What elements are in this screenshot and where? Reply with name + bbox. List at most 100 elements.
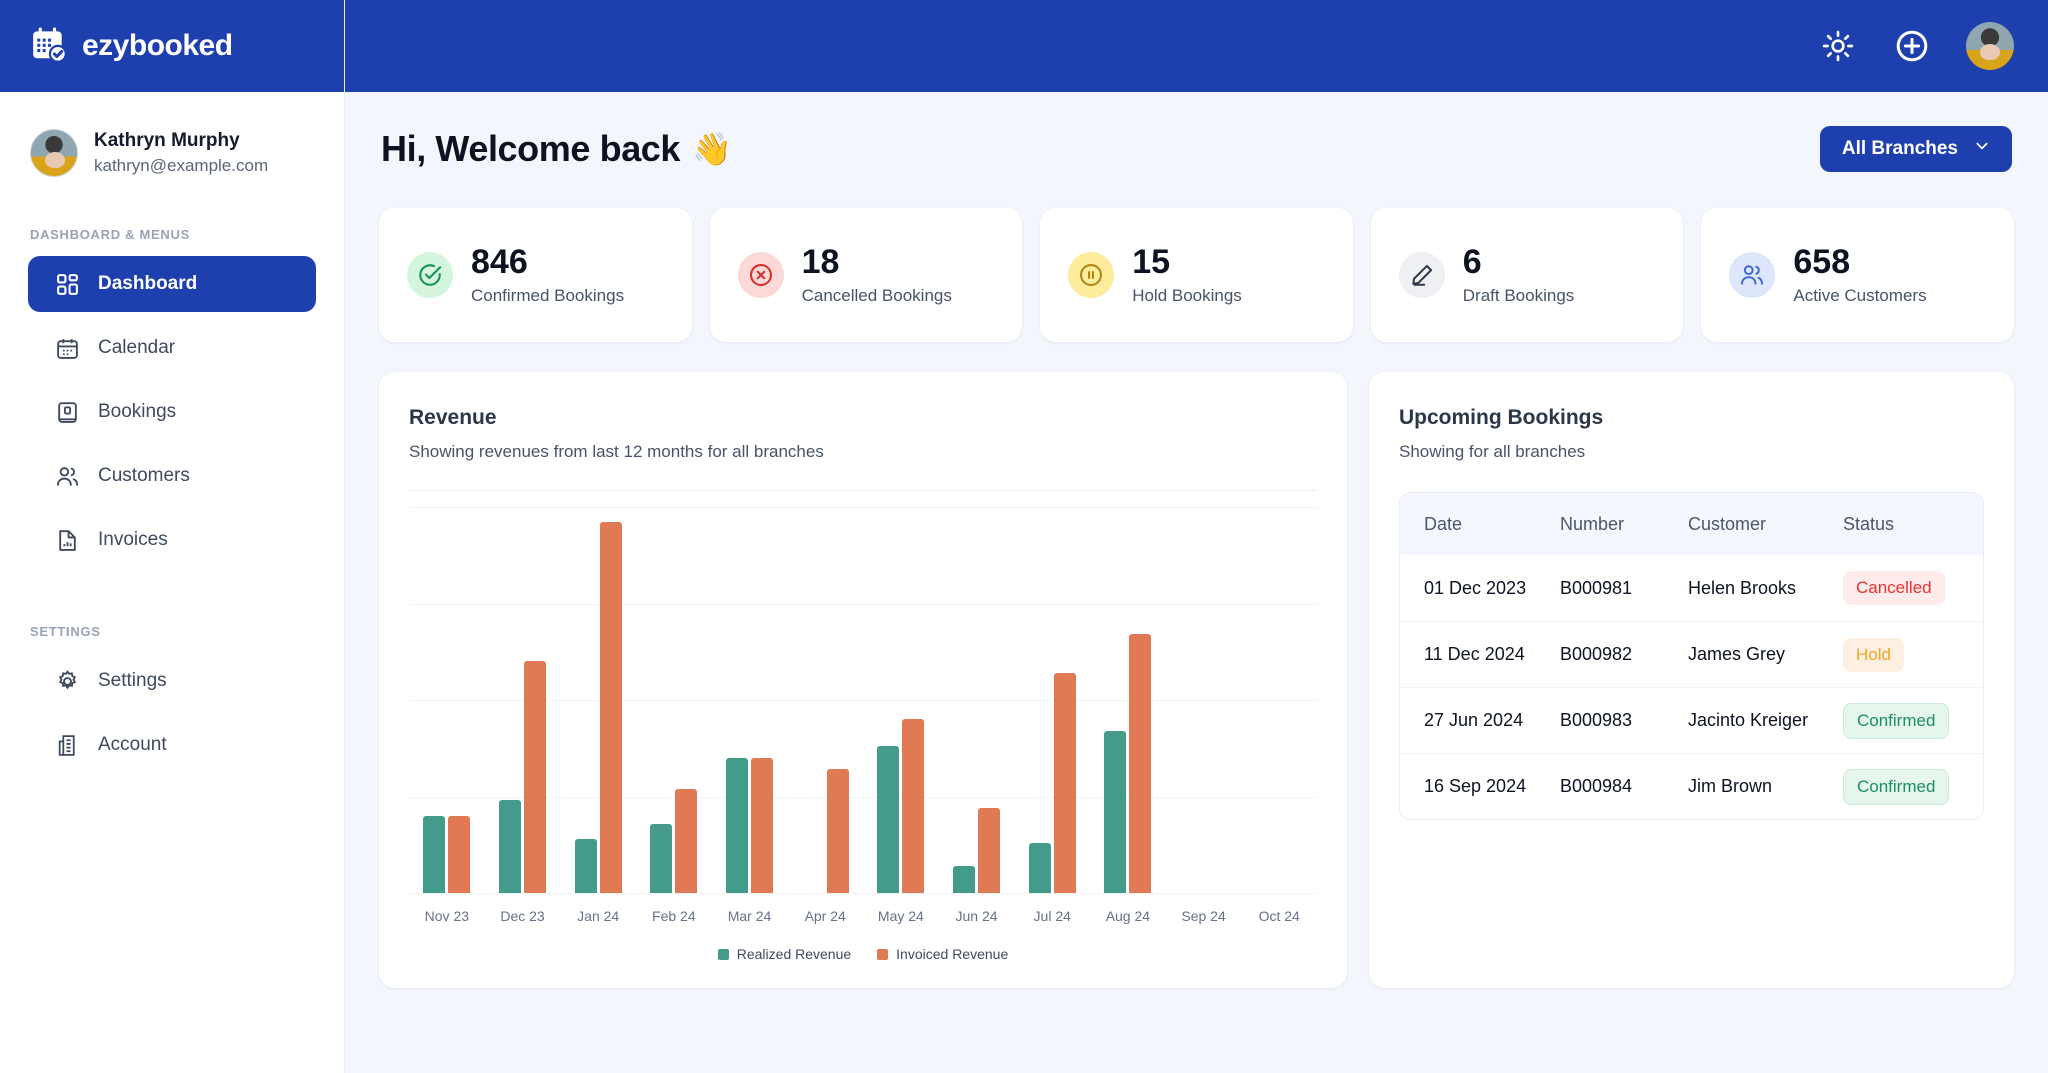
grid-dashboard-icon [54, 271, 80, 297]
page-title-text: Hi, Welcome back [381, 128, 680, 170]
chart-bar[interactable] [423, 816, 445, 893]
table-body: 01 Dec 2023B000981Helen BrooksCancelled1… [1400, 555, 1983, 819]
chart-bar[interactable] [902, 719, 924, 893]
bar-group [560, 507, 636, 893]
legend-label: Realized Revenue [737, 946, 851, 962]
legend-item[interactable]: Invoiced Revenue [877, 946, 1008, 962]
stat-label: Confirmed Bookings [471, 286, 624, 306]
chart-bar[interactable] [600, 522, 622, 893]
x-axis-tick-label: Sep 24 [1166, 908, 1242, 924]
sidebar-item-label: Calendar [98, 337, 175, 359]
table-row[interactable]: 27 Jun 2024B000983Jacinto KreigerConfirm… [1400, 687, 1983, 753]
upcoming-bookings-panel: Upcoming Bookings Showing for all branch… [1369, 372, 2014, 988]
sidebar-item-customers[interactable]: Customers [28, 448, 316, 504]
sidebar-item-dashboard[interactable]: Dashboard [28, 256, 316, 312]
stat-card-draft-bookings[interactable]: 6 Draft Bookings [1371, 208, 1684, 342]
sun-icon[interactable] [1818, 26, 1858, 66]
wave-emoji: 👋 [692, 130, 731, 168]
chart-bar[interactable] [575, 839, 597, 893]
page-title: Hi, Welcome back 👋 [381, 128, 732, 170]
cell-status: Hold [1843, 638, 1983, 672]
chart-bar[interactable] [650, 824, 672, 893]
users-icon [54, 463, 80, 489]
sidebar-item-invoices[interactable]: Invoices [28, 512, 316, 568]
column-header-status: Status [1843, 514, 1983, 535]
stat-label: Active Customers [1793, 286, 1926, 306]
sidebar-item-calendar[interactable]: Calendar [28, 320, 316, 376]
stat-card-hold-bookings[interactable]: 15 Hold Bookings [1040, 208, 1353, 342]
table-row[interactable]: 16 Sep 2024B000984Jim BrownConfirmed [1400, 753, 1983, 819]
sidebar-item-account[interactable]: Account [28, 717, 316, 773]
chart-bar[interactable] [751, 758, 773, 893]
invoice-chart-icon [54, 527, 80, 553]
stat-value: 658 [1793, 244, 1926, 281]
branch-filter-label: All Branches [1842, 138, 1958, 160]
sidebar-item-label: Bookings [98, 401, 176, 423]
stat-card-cancelled-bookings[interactable]: 18 Cancelled Bookings [710, 208, 1023, 342]
revenue-panel-subtitle: Showing revenues from last 12 months for… [409, 442, 1317, 462]
nav-group-title-settings: SETTINGS [0, 624, 344, 639]
chevron-down-icon [1974, 138, 1990, 160]
x-axis-tick-label: Dec 23 [485, 908, 561, 924]
chart-legend: Realized Revenue Invoiced Revenue [409, 946, 1317, 968]
sidebar-item-label: Customers [98, 465, 190, 487]
cell-number: B000983 [1560, 710, 1688, 731]
chart-bar[interactable] [1104, 731, 1126, 893]
calendar-icon [54, 335, 80, 361]
chart-x-axis: Nov 23Dec 23Jan 24Feb 24Mar 24Apr 24May … [409, 893, 1317, 924]
chart-bar[interactable] [1054, 673, 1076, 893]
sidebar-profile[interactable]: Kathryn Murphy kathryn@example.com [0, 92, 344, 177]
chart-bar[interactable] [675, 789, 697, 893]
bar-group [1166, 507, 1242, 893]
chart-bar[interactable] [448, 816, 470, 893]
stat-card-confirmed-bookings[interactable]: 846 Confirmed Bookings [379, 208, 692, 342]
table-row[interactable]: 01 Dec 2023B000981Helen BrooksCancelled [1400, 555, 1983, 621]
x-axis-tick-label: May 24 [863, 908, 939, 924]
cell-customer: Jim Brown [1688, 776, 1843, 797]
chart-bar[interactable] [1029, 843, 1051, 893]
x-axis-tick-label: Oct 24 [1241, 908, 1317, 924]
legend-swatch [877, 949, 888, 960]
stat-value: 846 [471, 244, 624, 281]
branch-filter-dropdown[interactable]: All Branches [1820, 126, 2012, 172]
chart-bar[interactable] [726, 758, 748, 893]
cell-customer: James Grey [1688, 644, 1843, 665]
sidebar: ezybooked Kathryn Murphy kathryn@example… [0, 0, 345, 1073]
pencil-icon [1399, 252, 1445, 298]
brand-header[interactable]: ezybooked [0, 0, 344, 92]
chart-bar[interactable] [524, 661, 546, 893]
dashboard-panels: Revenue Showing revenues from last 12 mo… [379, 372, 2014, 988]
x-axis-tick-label: Apr 24 [787, 908, 863, 924]
chart-bar[interactable] [953, 866, 975, 893]
stat-cards: 846 Confirmed Bookings 18 Cancelled Book… [379, 208, 2014, 342]
chart-bar[interactable] [1129, 634, 1151, 893]
plus-circle-icon[interactable] [1892, 26, 1932, 66]
revenue-panel-title: Revenue [409, 406, 1317, 430]
sidebar-item-settings[interactable]: Settings [28, 653, 316, 709]
chart-bar[interactable] [877, 746, 899, 893]
page-content: Hi, Welcome back 👋 All Branches [345, 92, 2048, 1073]
sidebar-item-label: Invoices [98, 529, 168, 551]
legend-label: Invoiced Revenue [896, 946, 1008, 962]
sidebar-item-bookings[interactable]: Bookings [28, 384, 316, 440]
cell-status: Confirmed [1843, 769, 1983, 805]
building-icon [54, 732, 80, 758]
table-row[interactable]: 11 Dec 2024B000982James GreyHold [1400, 621, 1983, 687]
users-icon [1729, 252, 1775, 298]
x-circle-icon [738, 252, 784, 298]
chart-bar[interactable] [499, 800, 521, 893]
cell-status: Cancelled [1843, 571, 1983, 605]
cell-number: B000981 [1560, 578, 1688, 599]
bar-group [1090, 507, 1166, 893]
chart-bar[interactable] [978, 808, 1000, 893]
upcoming-panel-title: Upcoming Bookings [1399, 406, 1984, 430]
avatar[interactable] [1966, 22, 2014, 70]
bar-group [787, 507, 863, 893]
main-area: Hi, Welcome back 👋 All Branches [345, 0, 2048, 1073]
chart-bar[interactable] [827, 769, 849, 893]
cell-number: B000982 [1560, 644, 1688, 665]
legend-item[interactable]: Realized Revenue [718, 946, 851, 962]
status-badge: Cancelled [1843, 571, 1945, 605]
x-axis-tick-label: Nov 23 [409, 908, 485, 924]
stat-card-active-customers[interactable]: 658 Active Customers [1701, 208, 2014, 342]
